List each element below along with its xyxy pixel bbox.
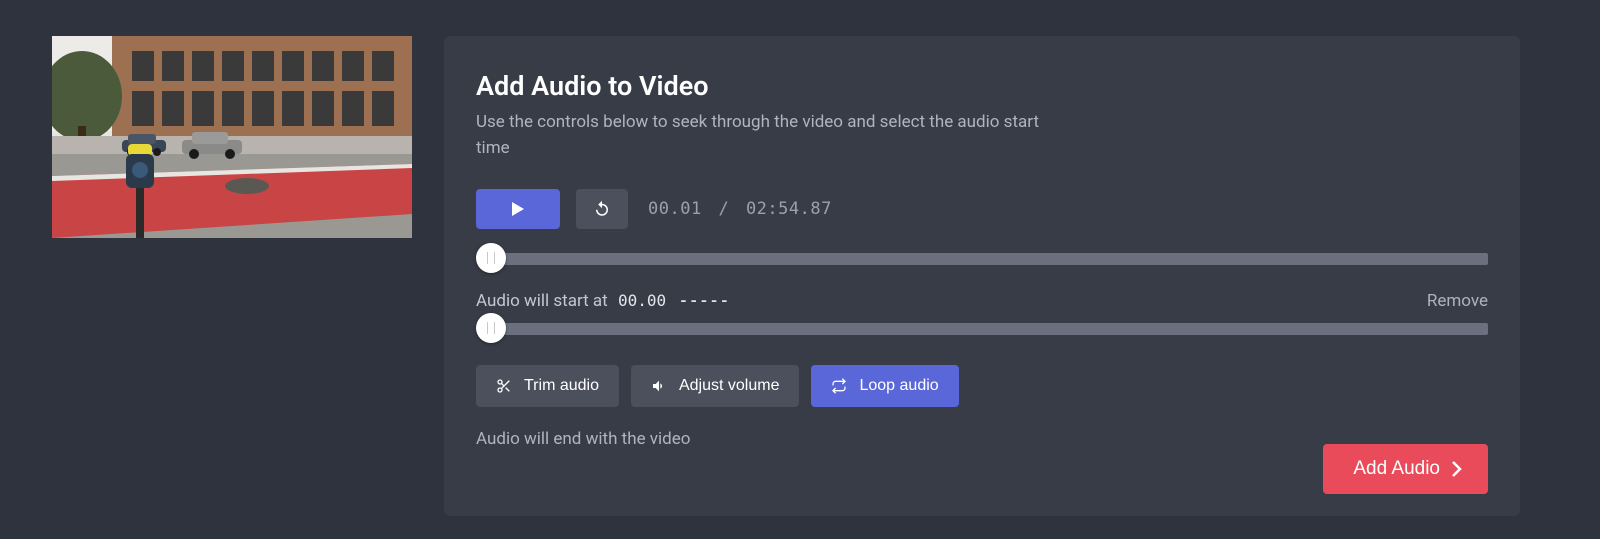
- audio-start-handle[interactable]: [476, 313, 506, 343]
- play-button[interactable]: [476, 189, 560, 229]
- page-title: Add Audio to Video: [476, 70, 1488, 102]
- seek-handle[interactable]: [476, 243, 506, 273]
- loop-audio-button[interactable]: Loop audio: [811, 365, 958, 407]
- playback-controls: 00.01 / 02:54.87: [476, 189, 1488, 229]
- add-audio-button[interactable]: Add Audio: [1323, 444, 1488, 494]
- video-seek-slider[interactable]: [476, 249, 1488, 267]
- total-time: 02:54.87: [746, 199, 832, 219]
- time-separator: /: [712, 199, 735, 219]
- audio-start-slider[interactable]: [476, 319, 1488, 337]
- chevron-right-icon: [1452, 461, 1462, 477]
- scissors-icon: [496, 378, 512, 394]
- editor-panel: Add Audio to Video Use the controls belo…: [444, 36, 1520, 516]
- trim-audio-button[interactable]: Trim audio: [476, 365, 619, 407]
- replay-button[interactable]: [576, 189, 628, 229]
- audio-start-value: 00.00: [618, 291, 666, 310]
- audio-start-placeholder: -----: [680, 291, 731, 311]
- audio-start-label: Audio will start at 00.00 -----: [476, 291, 732, 311]
- replay-icon: [593, 200, 611, 218]
- volume-icon: [651, 378, 667, 394]
- page-subtitle: Use the controls below to seek through t…: [476, 110, 1066, 161]
- play-icon: [512, 202, 524, 216]
- remove-link[interactable]: Remove: [1427, 291, 1488, 311]
- current-time: 00.01: [648, 199, 702, 219]
- loop-icon: [831, 378, 847, 394]
- time-display: 00.01 / 02:54.87: [648, 199, 832, 219]
- video-thumbnail[interactable]: [52, 36, 412, 238]
- adjust-volume-button[interactable]: Adjust volume: [631, 365, 800, 407]
